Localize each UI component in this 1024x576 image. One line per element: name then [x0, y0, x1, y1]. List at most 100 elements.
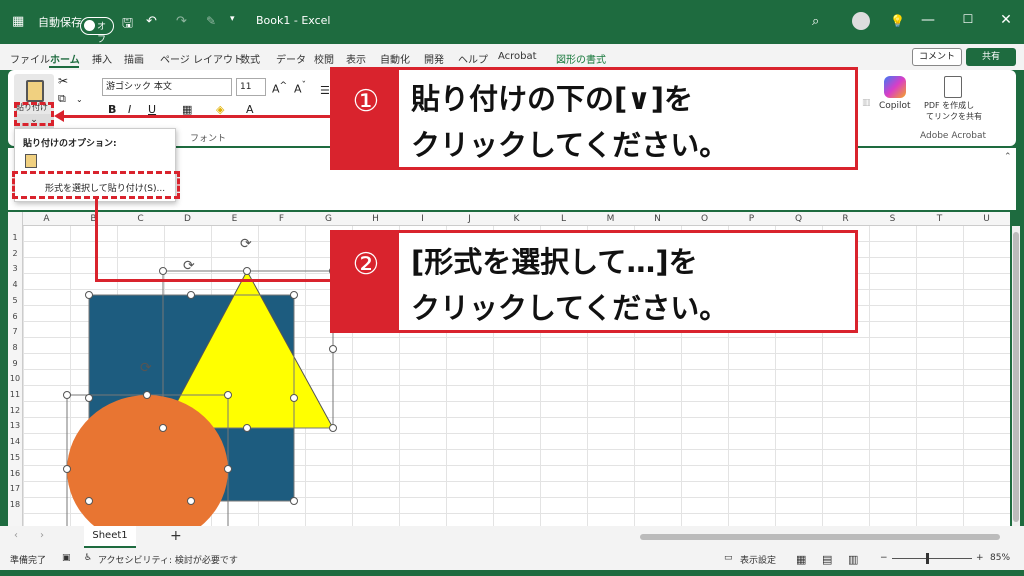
column-header[interactable]: A: [23, 212, 70, 226]
row-header[interactable]: 4: [8, 280, 22, 289]
column-header[interactable]: I: [399, 212, 446, 226]
accessibility-status[interactable]: アクセシビリティ: 検討が必要です: [98, 553, 238, 566]
column-header[interactable]: F: [258, 212, 305, 226]
maximize-icon[interactable]: ☐: [958, 12, 978, 32]
row-header[interactable]: 10: [8, 374, 22, 383]
customize-qat-icon[interactable]: ▾: [230, 14, 235, 24]
share-button[interactable]: 共有: [966, 48, 1016, 66]
row-header[interactable]: 14: [8, 437, 22, 446]
prev-sheet-icon[interactable]: ‹: [14, 530, 18, 541]
tab-data[interactable]: データ: [276, 51, 306, 66]
column-header[interactable]: E: [211, 212, 258, 226]
column-header[interactable]: U: [963, 212, 1010, 226]
column-header[interactable]: S: [869, 212, 916, 226]
sheet-tab[interactable]: Sheet1: [84, 526, 136, 548]
column-header[interactable]: B: [70, 212, 117, 226]
zoom-in-icon[interactable]: +: [976, 553, 984, 563]
row-header[interactable]: 2: [8, 249, 22, 258]
row-header[interactable]: 12: [8, 406, 22, 415]
zoom-slider-thumb[interactable]: [926, 553, 929, 564]
column-header[interactable]: G: [305, 212, 352, 226]
expand-ribbon-icon[interactable]: ⌃: [1004, 152, 1012, 162]
zoom-level[interactable]: 85%: [990, 553, 1010, 563]
tab-review[interactable]: 校閲: [314, 51, 334, 66]
vertical-scrollbar[interactable]: [1012, 226, 1020, 526]
row-header[interactable]: 11: [8, 390, 22, 399]
minimize-icon[interactable]: —: [918, 12, 938, 32]
column-header[interactable]: Q: [775, 212, 822, 226]
copilot-icon[interactable]: [884, 76, 906, 98]
row-header[interactable]: 15: [8, 453, 22, 462]
zoom-out-icon[interactable]: −: [880, 553, 888, 563]
row-header[interactable]: 8: [8, 343, 22, 352]
zoom-slider[interactable]: [892, 558, 972, 559]
display-settings-icon[interactable]: ▭: [724, 553, 733, 563]
horizontal-scrollbar[interactable]: [640, 534, 1000, 540]
avatar[interactable]: [852, 12, 870, 30]
column-header[interactable]: O: [681, 212, 728, 226]
font-size-select[interactable]: 11: [236, 78, 266, 96]
autosave-toggle[interactable]: オフ: [80, 17, 114, 45]
tab-home[interactable]: ホーム: [50, 51, 80, 66]
comment-button[interactable]: コメント: [912, 48, 962, 66]
increase-font-icon[interactable]: A^: [272, 80, 287, 96]
column-header[interactable]: P: [728, 212, 775, 226]
row-header[interactable]: 3: [8, 264, 22, 273]
row-header[interactable]: 16: [8, 469, 22, 478]
undo-icon[interactable]: ↶: [146, 14, 157, 29]
row-header[interactable]: 5: [8, 296, 22, 305]
save-icon[interactable]: 🖫: [122, 14, 133, 36]
row-header[interactable]: 7: [8, 327, 22, 336]
analyze-icon[interactable]: ▥: [862, 98, 871, 108]
row-header[interactable]: 18: [8, 500, 22, 509]
font-name-select[interactable]: 游ゴシック 本文: [102, 78, 232, 96]
page-break-view-icon[interactable]: ▥: [848, 553, 858, 566]
column-header[interactable]: L: [540, 212, 587, 226]
row-header[interactable]: 9: [8, 359, 22, 368]
tab-help[interactable]: ヘルプ: [458, 51, 488, 66]
column-header[interactable]: H: [352, 212, 399, 226]
row-header[interactable]: 17: [8, 484, 22, 493]
format-painter-icon[interactable]: ✎: [206, 14, 216, 28]
decrease-font-icon[interactable]: Aˇ: [294, 80, 306, 96]
normal-view-icon[interactable]: ▦: [796, 553, 806, 566]
lightbulb-icon[interactable]: 💡: [890, 14, 905, 28]
rotate-handle-icon[interactable]: ⟳: [183, 258, 195, 274]
column-header[interactable]: C: [117, 212, 164, 226]
align-icon[interactable]: ☰: [320, 84, 330, 97]
tab-developer[interactable]: 開発: [424, 51, 444, 66]
row-header[interactable]: 6: [8, 312, 22, 321]
column-header[interactable]: D: [164, 212, 211, 226]
row-header[interactable]: 1: [8, 233, 22, 242]
cut-icon[interactable]: ✂: [58, 74, 68, 88]
copy-dropdown-icon[interactable]: ⌄: [76, 95, 83, 104]
paste-option-icon[interactable]: [25, 154, 37, 168]
column-header[interactable]: J: [446, 212, 493, 226]
orange-circle-shape[interactable]: [67, 395, 228, 545]
column-header[interactable]: M: [587, 212, 634, 226]
close-icon[interactable]: ✕: [996, 12, 1016, 32]
macro-record-icon[interactable]: ▣: [62, 553, 71, 563]
tab-shape-format[interactable]: 図形の書式: [556, 51, 606, 66]
column-header[interactable]: N: [634, 212, 681, 226]
row-header[interactable]: 13: [8, 421, 22, 430]
tab-file[interactable]: ファイル: [10, 51, 50, 66]
column-header[interactable]: R: [822, 212, 869, 226]
tab-formulas[interactable]: 数式: [240, 51, 260, 66]
tab-page-layout[interactable]: ページ レイアウト: [160, 51, 243, 66]
next-sheet-icon[interactable]: ›: [40, 530, 44, 541]
page-layout-view-icon[interactable]: ▤: [822, 553, 832, 566]
rotate-handle-icon[interactable]: ⟳: [240, 236, 252, 252]
tab-view[interactable]: 表示: [346, 51, 366, 66]
search-icon[interactable]: ⌕: [812, 14, 819, 29]
column-header[interactable]: K: [493, 212, 540, 226]
tab-automate[interactable]: 自動化: [380, 51, 410, 66]
redo-icon[interactable]: ↷: [176, 14, 187, 29]
column-header[interactable]: T: [916, 212, 963, 226]
add-sheet-button[interactable]: +: [170, 528, 182, 544]
scroll-thumb[interactable]: [1013, 232, 1019, 522]
pdf-icon[interactable]: [944, 76, 962, 98]
tab-acrobat[interactable]: Acrobat: [498, 51, 537, 62]
display-settings[interactable]: 表示設定: [740, 553, 776, 566]
copy-icon[interactable]: ⧉: [58, 92, 66, 106]
